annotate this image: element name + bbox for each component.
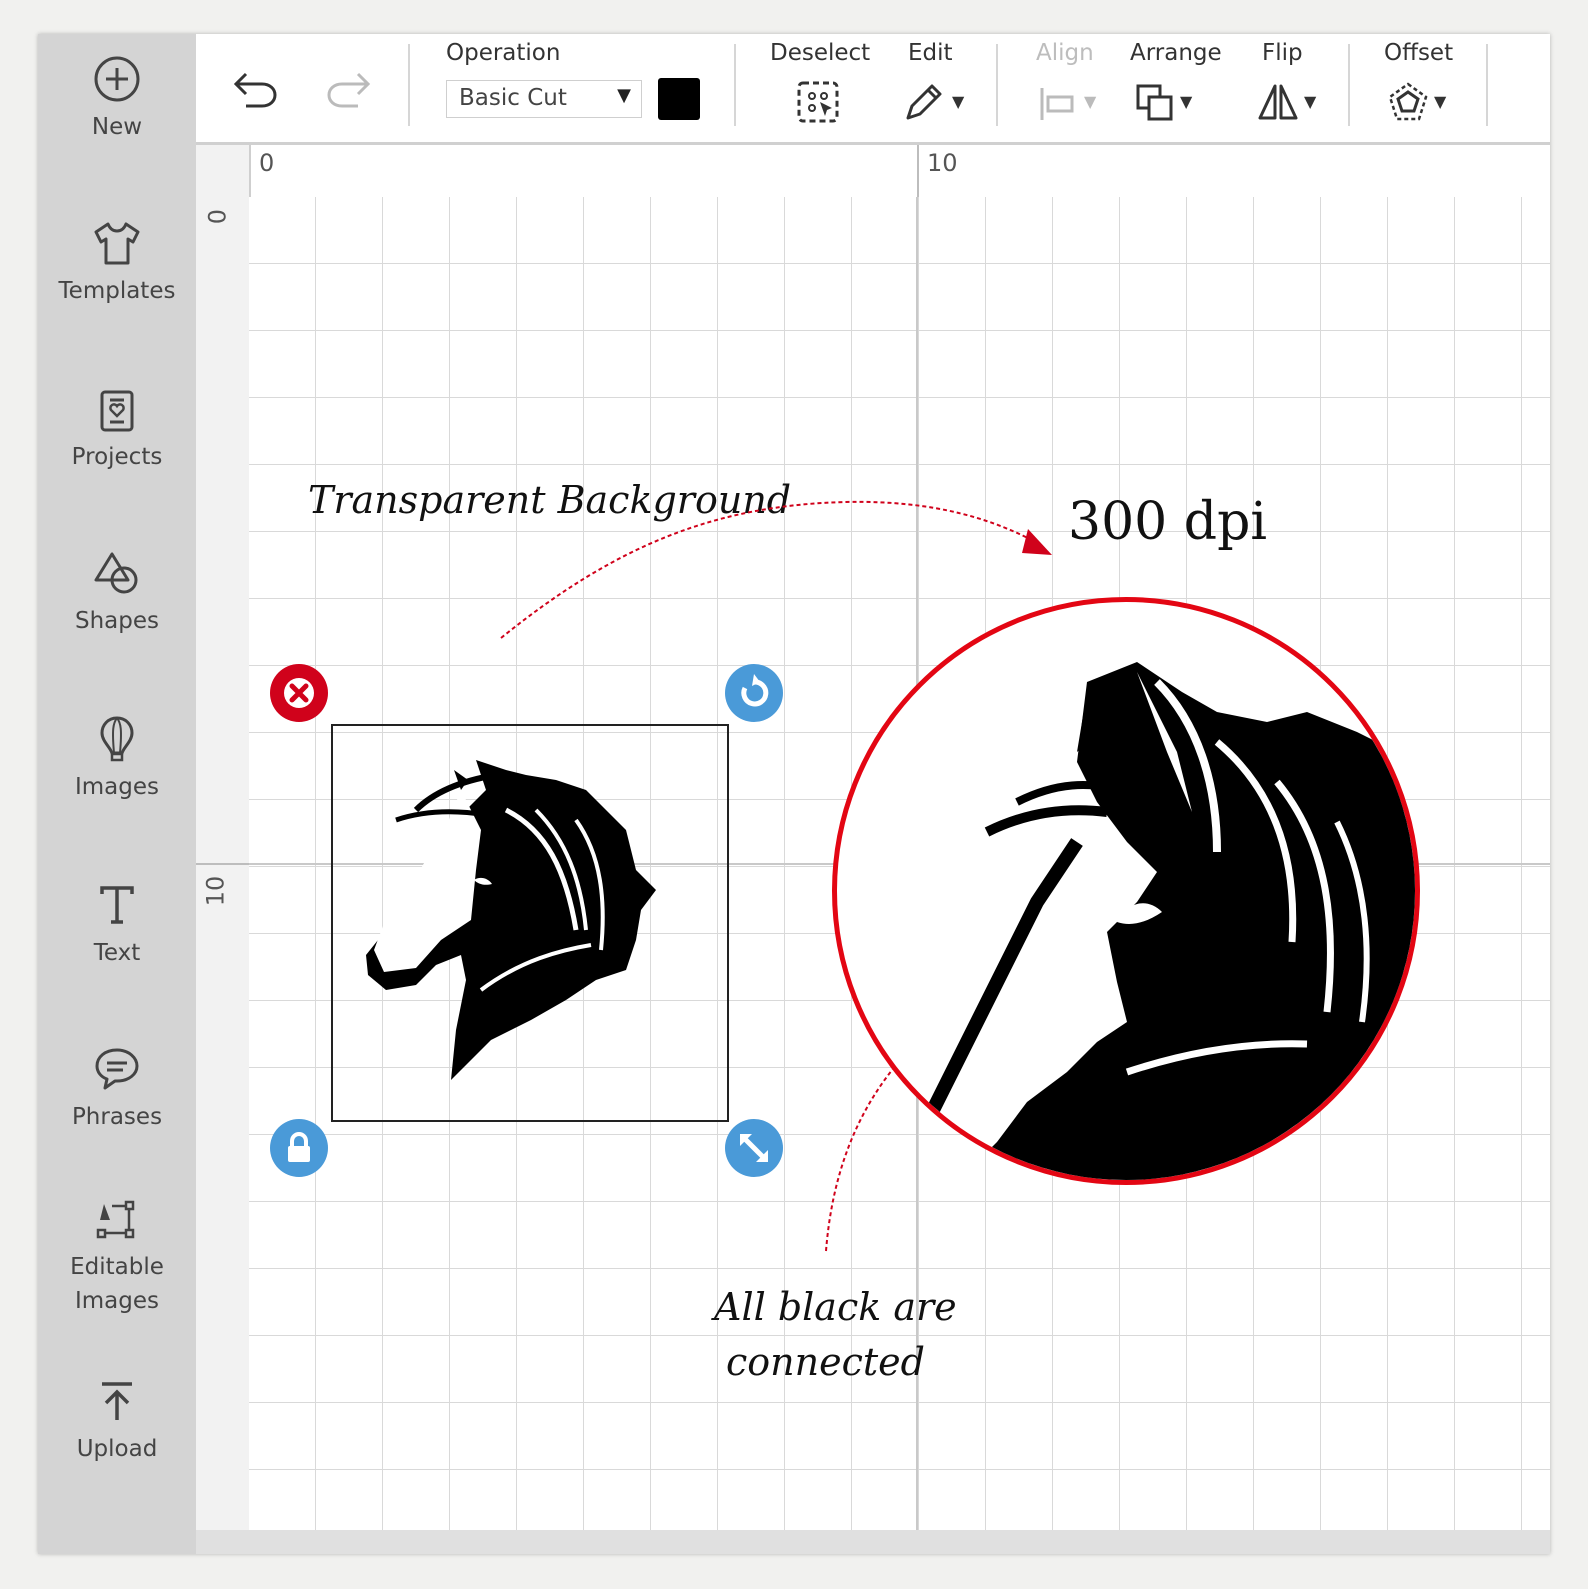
dropdown-caret-icon: ▼ — [617, 85, 631, 106]
sidebar-item-label: Projects — [71, 444, 163, 470]
toolbar-separator — [996, 44, 998, 126]
sidebar-item-label: Images — [74, 774, 159, 800]
edit-caret-icon[interactable]: ▼ — [952, 92, 964, 111]
sidebar-item-label: Text — [93, 940, 141, 966]
canvas-bottom-bar — [196, 1530, 1550, 1554]
editable-images-icon — [96, 1200, 135, 1239]
sidebar-item-label-line2: Images — [74, 1288, 159, 1314]
flip-icon[interactable] — [1256, 80, 1300, 124]
toolbar-separator — [1348, 44, 1350, 126]
undo-icon[interactable] — [232, 68, 282, 110]
arrange-icon[interactable] — [1134, 82, 1176, 124]
sidebar-item-label: Shapes — [74, 608, 159, 634]
edit-label: Edit — [908, 40, 953, 66]
deselect-icon[interactable] — [796, 80, 840, 124]
canvas-area[interactable]: 0 10 0 10 Transparent Background 300 dpi… — [196, 145, 1550, 1554]
left-sidebar: New Templates Projects Shapes Images Tex… — [38, 34, 196, 1554]
redo-icon[interactable] — [322, 68, 372, 110]
flip-label: Flip — [1262, 40, 1303, 66]
sidebar-item-projects[interactable]: Projects — [38, 384, 196, 474]
sidebar-item-phrases[interactable]: Phrases — [38, 1044, 196, 1134]
operation-label: Operation — [446, 40, 561, 66]
arrange-label: Arrange — [1130, 40, 1222, 66]
plus-circle-icon — [94, 56, 140, 102]
sidebar-item-label: Upload — [76, 1436, 158, 1462]
upload-icon — [102, 1382, 132, 1420]
sidebar-item-label: Phrases — [71, 1104, 163, 1130]
deselect-label: Deselect — [770, 40, 871, 66]
align-label: Align — [1036, 40, 1094, 66]
toolbar-separator — [1486, 44, 1488, 126]
design-space-window: New Templates Projects Shapes Images Tex… — [38, 34, 1550, 1554]
sidebar-item-label: Templates — [58, 278, 176, 304]
offset-icon[interactable] — [1386, 80, 1430, 124]
speech-bubble-icon — [95, 1048, 139, 1090]
sidebar-item-label: Editable — [70, 1254, 164, 1280]
align-icon — [1040, 88, 1074, 120]
arrange-caret-icon[interactable]: ▼ — [1180, 92, 1192, 111]
toolbar-separator — [408, 44, 410, 126]
sidebar-item-templates[interactable]: Templates — [38, 218, 196, 308]
sidebar-item-text[interactable]: Text — [38, 880, 196, 970]
balloon-icon — [100, 716, 134, 762]
top-toolbar: Operation Basic Cut ▼ Deselect Edit ▼ Al… — [196, 34, 1550, 145]
sidebar-item-label: New — [91, 114, 143, 140]
align-caret-icon: ▼ — [1084, 92, 1097, 111]
sidebar-item-images[interactable]: Images — [38, 714, 196, 804]
offset-caret-icon[interactable]: ▼ — [1434, 92, 1446, 111]
text-t-icon — [100, 886, 134, 924]
sidebar-item-editable-images[interactable]: Editable Images — [38, 1194, 196, 1318]
pencil-icon[interactable] — [902, 80, 946, 124]
horse-head-zoomed-image — [910, 662, 1415, 1180]
tshirt-icon — [94, 222, 140, 265]
sidebar-item-upload[interactable]: Upload — [38, 1376, 196, 1466]
magnifier-circle — [832, 597, 1420, 1185]
offset-label: Offset — [1384, 40, 1454, 66]
color-swatch[interactable] — [658, 78, 700, 120]
operation-value: Basic Cut — [459, 85, 567, 111]
flip-caret-icon[interactable]: ▼ — [1304, 92, 1316, 111]
sidebar-item-new[interactable]: New — [38, 54, 196, 144]
projects-icon — [100, 390, 134, 432]
operation-select[interactable]: Basic Cut ▼ — [446, 80, 642, 118]
toolbar-separator — [734, 44, 736, 126]
sidebar-item-shapes[interactable]: Shapes — [38, 548, 196, 638]
shapes-icon — [94, 552, 138, 594]
